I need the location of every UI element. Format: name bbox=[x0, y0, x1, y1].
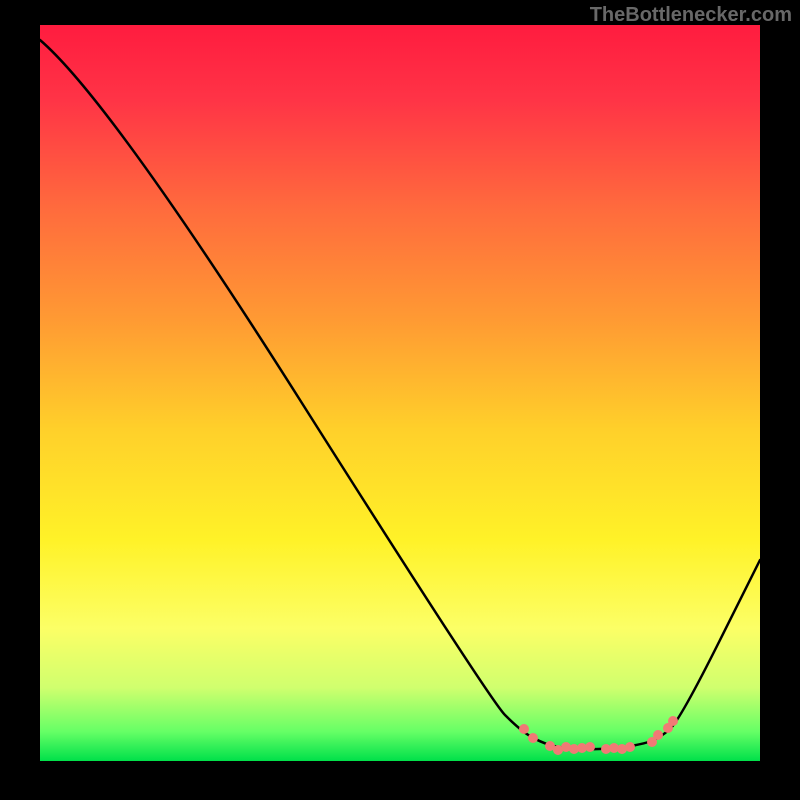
data-point bbox=[528, 733, 538, 743]
plot-area bbox=[40, 25, 760, 761]
data-point bbox=[653, 730, 663, 740]
data-point bbox=[519, 724, 529, 734]
data-point bbox=[585, 742, 595, 752]
data-point bbox=[668, 716, 678, 726]
chart-stage bbox=[0, 0, 800, 800]
chart-svg bbox=[0, 0, 800, 800]
data-point bbox=[625, 742, 635, 752]
watermark-text: TheBottlenecker.com bbox=[590, 4, 792, 27]
